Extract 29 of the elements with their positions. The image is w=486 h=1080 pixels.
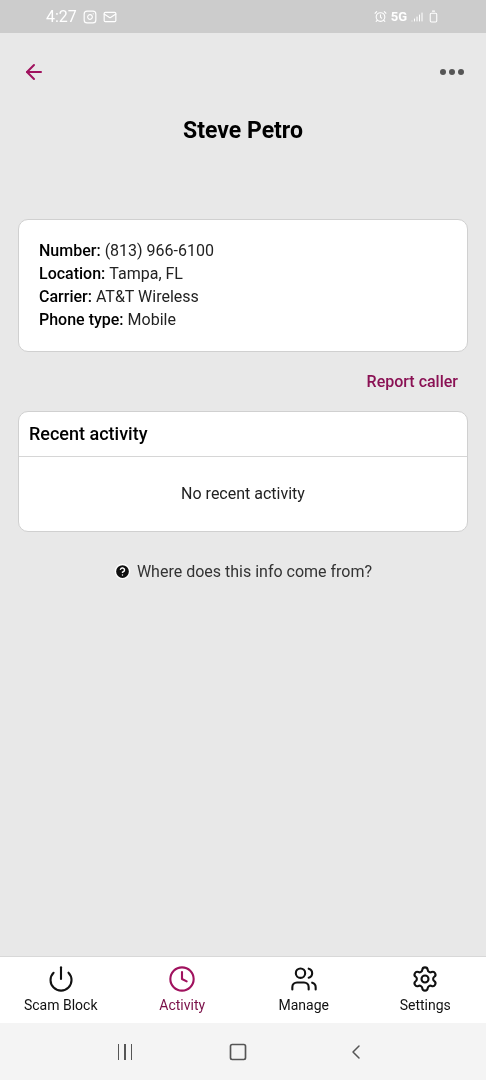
more-button[interactable] (440, 69, 464, 75)
help-icon (113, 563, 131, 580)
clock-icon (168, 964, 197, 993)
mail-icon (102, 9, 117, 24)
detail-label: Carrier: (39, 285, 92, 308)
recents-icon[interactable] (117, 1043, 133, 1060)
more-icon (440, 69, 464, 75)
empty-text: No recent activity (181, 482, 305, 505)
settings-icon (411, 964, 440, 993)
contact-name: Steve Petro (182, 116, 304, 146)
detail-value: AT&T Wireless (95, 285, 199, 308)
signal-icon (411, 10, 423, 23)
nav-tab[interactable]: Scam Block (0, 957, 122, 1023)
people-icon (289, 964, 318, 993)
alarm-icon (373, 10, 387, 23)
detail-label: Phone type: (39, 308, 124, 331)
detail-label: Number: (39, 239, 101, 262)
report-caller-link[interactable]: Report caller (366, 369, 458, 394)
detail-value: Mobile (127, 308, 176, 331)
info-source-link[interactable]: Where does this info come from? (113, 559, 373, 584)
nav-tab[interactable]: Settings (364, 957, 486, 1023)
card-title: Recent activity (29, 422, 148, 446)
home-icon[interactable] (228, 1041, 249, 1062)
nav-tab[interactable]: Activity (121, 957, 243, 1023)
detail-value: Tampa, FL (109, 262, 183, 285)
detail-value: (813) 966-6100 (104, 239, 214, 262)
detail-label: Location: (39, 262, 106, 285)
nav-tab[interactable]: Manage (243, 957, 365, 1023)
battery-icon (427, 10, 440, 23)
